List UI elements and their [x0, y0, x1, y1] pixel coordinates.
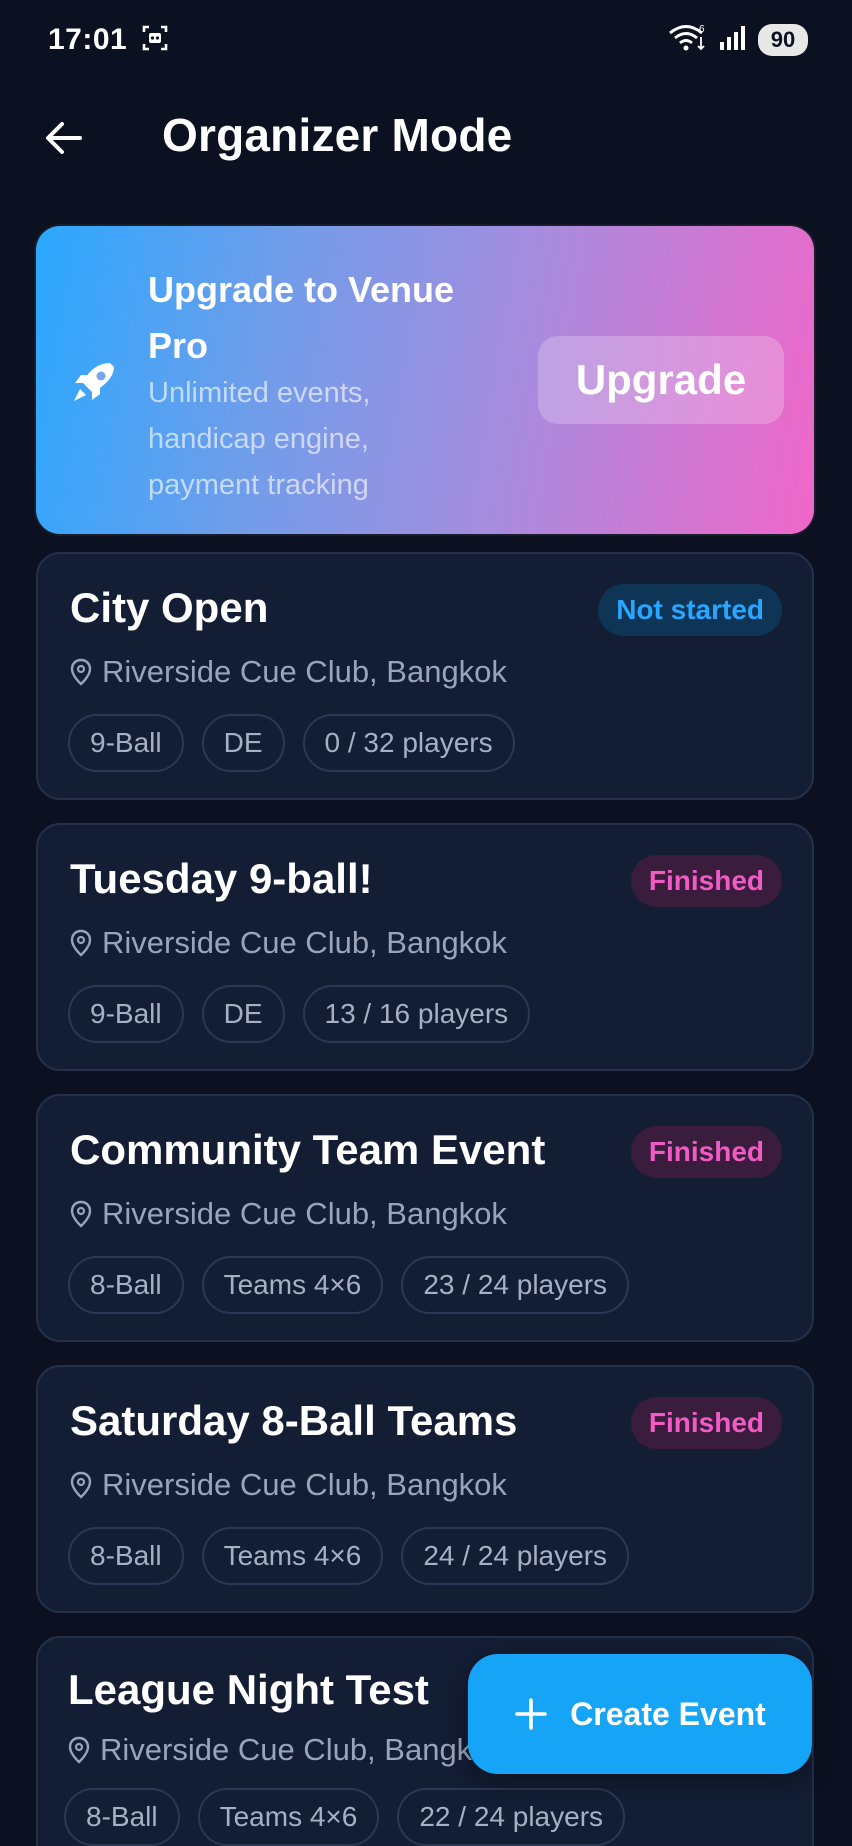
back-button[interactable] [40, 114, 88, 162]
format-chip: DE [201, 714, 285, 772]
game-type-chip: 9-Ball [68, 714, 184, 772]
game-type-chip: 9-Ball [68, 985, 184, 1043]
location-pin-icon [70, 658, 92, 686]
page-title: Organizer Mode [162, 109, 513, 161]
event-location: Riverside Cue Club, Bangkok [68, 1732, 505, 1768]
status-badge: Finished [630, 855, 782, 907]
event-location-label: Riverside Cue Club, Bangkok [102, 1467, 507, 1502]
players-chip: 0 / 32 players [302, 714, 515, 772]
location-pin-icon [70, 929, 92, 957]
event-location: Riverside Cue Club, Bangkok [70, 925, 507, 961]
status-time: 17:01 [48, 23, 128, 56]
event-chips: 8-Ball Teams 4×6 22 / 24 players [64, 1788, 626, 1846]
wifi-icon: 6 [668, 23, 708, 58]
event-location-label: Riverside Cue Club, Bangkok [102, 654, 507, 689]
players-chip: 13 / 16 players [302, 985, 531, 1043]
screen-record-icon [141, 24, 169, 57]
location-pin-icon [70, 1471, 92, 1499]
event-location: Riverside Cue Club, Bangkok [70, 654, 507, 690]
game-type-chip: 8-Ball [68, 1256, 184, 1314]
event-title: Saturday 8-Ball Teams [70, 1397, 518, 1444]
event-location-label: Riverside Cue Club, Bangkok [102, 925, 507, 960]
event-title: League Night Test [68, 1666, 429, 1713]
game-type-chip: 8-Ball [64, 1788, 180, 1846]
wifi-label: 6 [699, 24, 705, 35]
format-chip: Teams 4×6 [197, 1788, 380, 1846]
event-title: City Open [70, 584, 269, 631]
status-badge: Not started [598, 584, 782, 636]
promo-subtitle: Unlimited events, handicap engine, payme… [148, 377, 371, 501]
event-card[interactable]: Community Team Event Finished Riverside … [36, 1094, 814, 1342]
upgrade-button[interactable]: Upgrade [538, 336, 784, 424]
event-chips: 9-Ball DE 13 / 16 players [68, 985, 531, 1043]
battery-indicator: 90 [758, 24, 808, 56]
event-chips: 9-Ball DE 0 / 32 players [68, 714, 515, 772]
format-chip: Teams 4×6 [201, 1527, 384, 1585]
event-card[interactable]: Saturday 8-Ball Teams Finished Riverside… [36, 1365, 814, 1613]
event-title: Tuesday 9-ball! [70, 855, 373, 902]
plus-icon [515, 1698, 547, 1730]
event-chips: 8-Ball Teams 4×6 23 / 24 players [68, 1256, 630, 1314]
rocket-icon [70, 357, 120, 407]
arrow-left-icon [46, 122, 82, 154]
status-bar: 17:01 6 90 [0, 0, 852, 80]
location-pin-icon [68, 1736, 90, 1764]
event-card[interactable]: Tuesday 9-ball! Finished Riverside Cue C… [36, 823, 814, 1071]
event-location: Riverside Cue Club, Bangkok [70, 1196, 507, 1232]
event-location-label: Riverside Cue Club, Bangkok [102, 1196, 507, 1231]
event-card[interactable]: City Open Not started Riverside Cue Club… [36, 552, 814, 800]
event-location: Riverside Cue Club, Bangkok [70, 1467, 507, 1503]
app-header: Organizer Mode [0, 96, 852, 180]
game-type-chip: 8-Ball [68, 1527, 184, 1585]
players-chip: 24 / 24 players [401, 1527, 630, 1585]
status-badge: Finished [630, 1126, 782, 1178]
signal-icon [718, 24, 748, 57]
create-event-label: Create Event [570, 1695, 766, 1732]
players-chip: 23 / 24 players [401, 1256, 630, 1314]
location-pin-icon [70, 1200, 92, 1228]
players-chip: 22 / 24 players [397, 1788, 626, 1846]
format-chip: Teams 4×6 [201, 1256, 384, 1314]
event-title: Community Team Event [70, 1126, 546, 1173]
create-event-button[interactable]: Create Event [468, 1654, 812, 1774]
upgrade-banner: Upgrade to Venue Pro Unlimited events, h… [36, 226, 814, 534]
format-chip: DE [201, 985, 285, 1043]
status-badge: Finished [630, 1397, 782, 1449]
promo-title: Upgrade to Venue Pro [148, 269, 455, 366]
event-location-label: Riverside Cue Club, Bangkok [100, 1732, 505, 1767]
event-chips: 8-Ball Teams 4×6 24 / 24 players [68, 1527, 630, 1585]
